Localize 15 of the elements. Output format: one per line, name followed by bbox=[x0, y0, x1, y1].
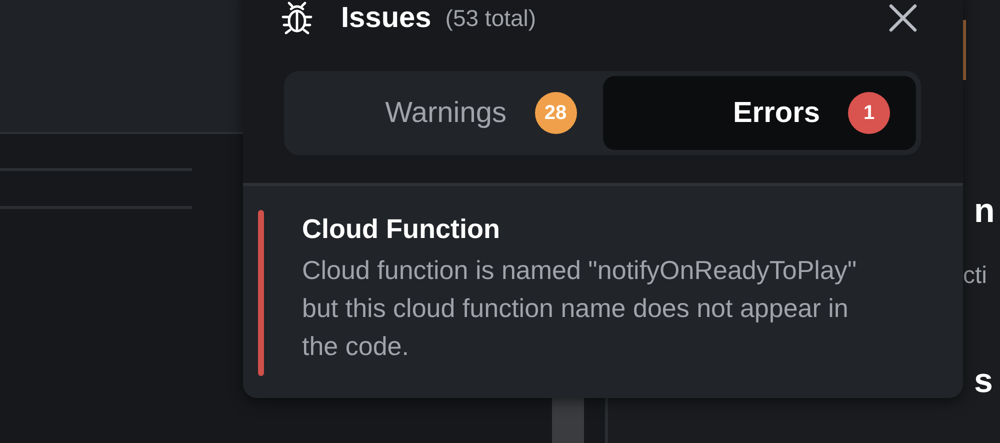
accent-bar bbox=[963, 20, 966, 80]
heading-fragment: n bbox=[974, 192, 995, 231]
tab[interactable]: Errors 1 bbox=[602, 76, 916, 150]
count-badge: 28 bbox=[534, 92, 576, 134]
heading-fragment: s bbox=[974, 362, 993, 401]
scrollbar[interactable] bbox=[552, 398, 584, 443]
close-icon[interactable] bbox=[888, 3, 918, 33]
issue-count: (53 total) bbox=[445, 4, 536, 32]
count-badge: 1 bbox=[848, 92, 890, 134]
panel-title: Issues bbox=[341, 2, 432, 34]
text-fragment: cti bbox=[963, 262, 987, 290]
issue-title: Cloud Function bbox=[302, 214, 501, 245]
tab[interactable]: Warnings 28 bbox=[289, 76, 602, 150]
issue-message: Cloud function is named "notifyOnReadyToPlay" but this cloud function name does not appear in the code. bbox=[302, 254, 858, 363]
bug-icon bbox=[279, 0, 315, 36]
